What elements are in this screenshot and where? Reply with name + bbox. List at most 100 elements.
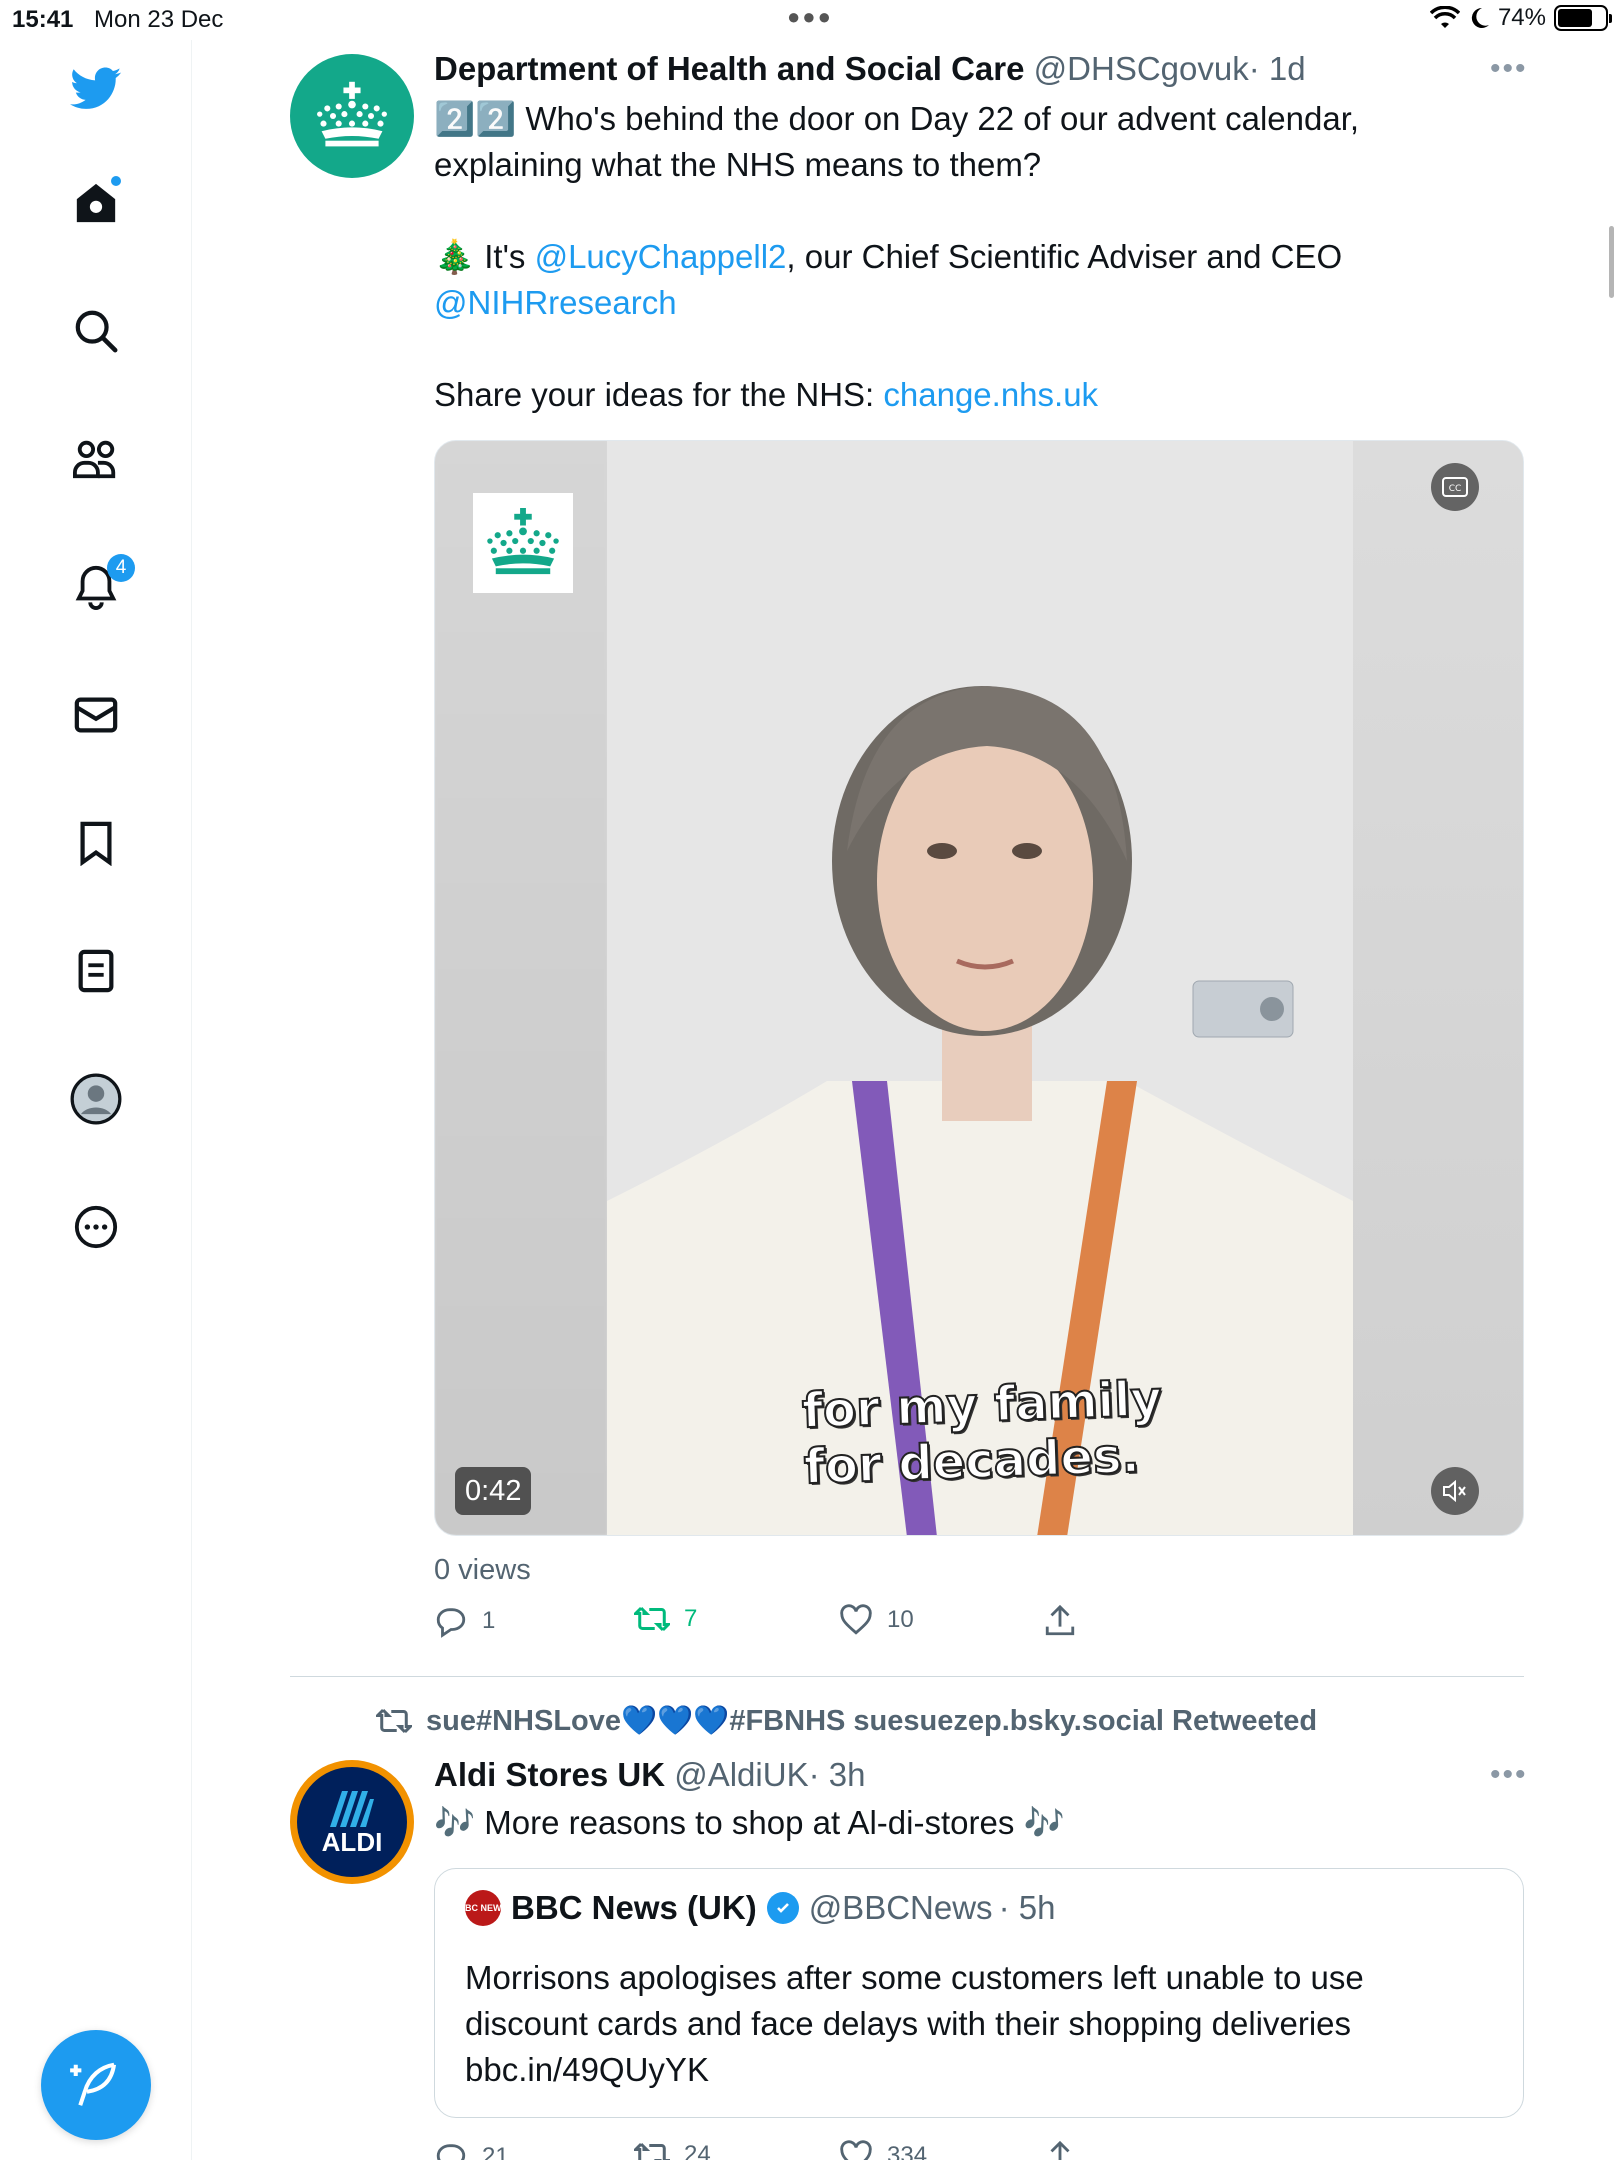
svg-text:CC: CC [1449, 484, 1462, 494]
video-blur-right [1351, 441, 1523, 1535]
tweet-line-2: explaining what the NHS means to them? [434, 146, 1042, 183]
verified-badge-icon [766, 1892, 799, 1924]
author-name[interactable]: Aldi Stores UK [434, 1756, 665, 1793]
multitasking-dots-icon[interactable]: ●●● [787, 4, 833, 30]
battery-icon [1554, 5, 1612, 31]
tree-emoji: 🎄 [434, 238, 476, 275]
profile-icon[interactable] [65, 1068, 127, 1130]
retweet-icon [634, 2143, 670, 2160]
video-duration: 0:42 [455, 1467, 532, 1515]
heart-icon [840, 1604, 872, 1635]
video-caption: for my family for decades. [800, 1370, 1164, 1496]
aldi-logo: ALDI [297, 1767, 407, 1877]
status-time: 15:41 [12, 6, 74, 33]
tweet-text: 2️⃣2️⃣ Who's behind the door on Day 22 o… [434, 96, 1534, 418]
tweet-header: Aldi Stores UK @AldiUK· 3h [434, 1756, 865, 1794]
share-button[interactable] [1044, 1604, 1076, 1638]
quoted-line-1: Morrisons apologises after some customer… [465, 1959, 1364, 1996]
quoted-author-handle: @BBCNews [808, 1889, 993, 1926]
captions-icon: CC [1442, 477, 1468, 497]
retweet-count: 24 [684, 2141, 711, 2160]
more-icon[interactable] [65, 1196, 127, 1258]
tweet-actions: 21 24 334 [434, 2140, 1114, 2160]
number-emoji: 2️⃣2️⃣ [434, 100, 517, 137]
video-dhsc-logo [473, 493, 573, 593]
author-handle[interactable]: @DHSCgovuk [1034, 50, 1249, 87]
status-date: Mon 23 Dec [94, 6, 224, 33]
lists-icon[interactable] [65, 940, 127, 1002]
reply-button[interactable]: 21 [434, 2140, 509, 2160]
sidebar-nav: 4 [0, 40, 192, 2160]
quoted-author-name: BBC News (UK) [511, 1889, 757, 1926]
scrollbar[interactable] [1609, 226, 1614, 298]
search-icon[interactable] [65, 300, 127, 362]
like-count: 334 [887, 2142, 928, 2160]
quoted-tweet-text: Morrisons apologises after some customer… [465, 1955, 1485, 2093]
home-unread-dot [111, 176, 121, 186]
tweet-more-button[interactable]: ••• [1490, 52, 1528, 86]
battery-percent: 74% [1497, 4, 1546, 31]
video-person-image [607, 441, 1353, 1535]
reply-count: 21 [482, 2143, 509, 2160]
battery-fill [1558, 9, 1593, 27]
quoted-line-2: discount cards and face delays with thei… [465, 2005, 1352, 2042]
status-bar: 15:41 Mon 23 Dec ●●● 74% [0, 0, 1620, 40]
author-handle[interactable]: @AldiUK [674, 1756, 808, 1793]
tweet-header: Department of Health and Social Care @DH… [434, 50, 1306, 88]
tweet-more-button[interactable]: ••• [1490, 1758, 1528, 1792]
compose-feather-icon [70, 2062, 117, 2106]
tweet-timestamp[interactable]: · 1d [1249, 50, 1306, 87]
retweeter-name-part-1: sue#NHSLove [426, 1705, 622, 1737]
mute-button[interactable] [1431, 1467, 1479, 1515]
share-link[interactable]: change.nhs.uk [883, 376, 1098, 413]
like-button[interactable]: 10 [839, 1604, 914, 1636]
compose-tweet-button[interactable] [41, 2030, 151, 2140]
bbc-news-avatar: BBC NEWS [459, 1890, 508, 1926]
captions-button[interactable]: CC [1431, 463, 1479, 511]
communities-icon[interactable] [65, 428, 127, 490]
tweet-timestamp[interactable]: · 3h [809, 1756, 866, 1793]
reply-button[interactable]: 1 [434, 1604, 495, 1638]
share-icon [1045, 1604, 1075, 1636]
author-name[interactable]: Department of Health and Social Care [434, 50, 1024, 87]
reply-icon [436, 2144, 466, 2160]
crown-logo-icon [317, 81, 387, 147]
notifications-icon[interactable]: 4 [65, 554, 135, 618]
quoted-tweet-header: BBC NEWS BBC News (UK) @BBCNews · 5h [459, 1889, 1056, 1927]
heart-icon [840, 2140, 872, 2160]
mention-nihrresearch[interactable]: @NIHRresearch [434, 284, 677, 321]
mention-lucychappell[interactable]: @LucyChappell2 [535, 238, 787, 275]
dhsc-avatar[interactable] [290, 54, 414, 178]
tweet-line-3: , our Chief Scientific Adviser and CEO [786, 238, 1343, 275]
wifi-icon [1429, 6, 1460, 28]
home-icon[interactable] [65, 172, 127, 234]
blue-hearts-emoji: 💙💙💙 [621, 1705, 730, 1737]
video-player[interactable]: CC for my family for decades. 0:42 [434, 440, 1524, 1536]
retweet-button[interactable]: 7 [634, 1604, 697, 1634]
aldi-avatar-text: ALDI [321, 1827, 383, 1857]
status-right: 74% [1429, 4, 1612, 32]
share-icon [1050, 2140, 1070, 2160]
share-text: Share your ideas for the NHS: [434, 376, 884, 413]
tweet-actions: 1 7 10 [434, 1604, 1114, 1648]
tweet-text: 🎶 More reasons to shop at Al-di-stores 🎶 [434, 1804, 1065, 1841]
like-button[interactable]: 334 [839, 2140, 927, 2160]
share-button[interactable] [1044, 2140, 1076, 2160]
bookmarks-icon[interactable] [65, 812, 127, 874]
speaker-muted-icon [1443, 1480, 1466, 1502]
retweet-button[interactable]: 24 [634, 2140, 711, 2160]
notifications-badge: 4 [107, 554, 135, 582]
retweet-count: 7 [684, 1605, 698, 1632]
messages-icon[interactable] [65, 684, 127, 746]
twitter-logo-icon[interactable] [65, 58, 127, 120]
retweeted-banner[interactable]: sue#NHSLove💙💙💙#FBNHS suesuezep.bsky.soci… [376, 1704, 1317, 1738]
reply-count: 1 [482, 1607, 496, 1634]
aldi-avatar[interactable]: ALDI [290, 1760, 414, 1884]
quoted-link[interactable]: bbc.in/49QUyYK [465, 2047, 1485, 2093]
reply-icon [436, 1608, 466, 1638]
moon-icon [1471, 7, 1489, 28]
view-count: 0 views [434, 1554, 531, 1586]
quoted-timestamp: · 5h [998, 1889, 1056, 1926]
retweet-icon [634, 1607, 670, 1631]
quoted-tweet[interactable]: BBC NEWS BBC News (UK) @BBCNews · 5h Mor… [434, 1868, 1524, 2118]
